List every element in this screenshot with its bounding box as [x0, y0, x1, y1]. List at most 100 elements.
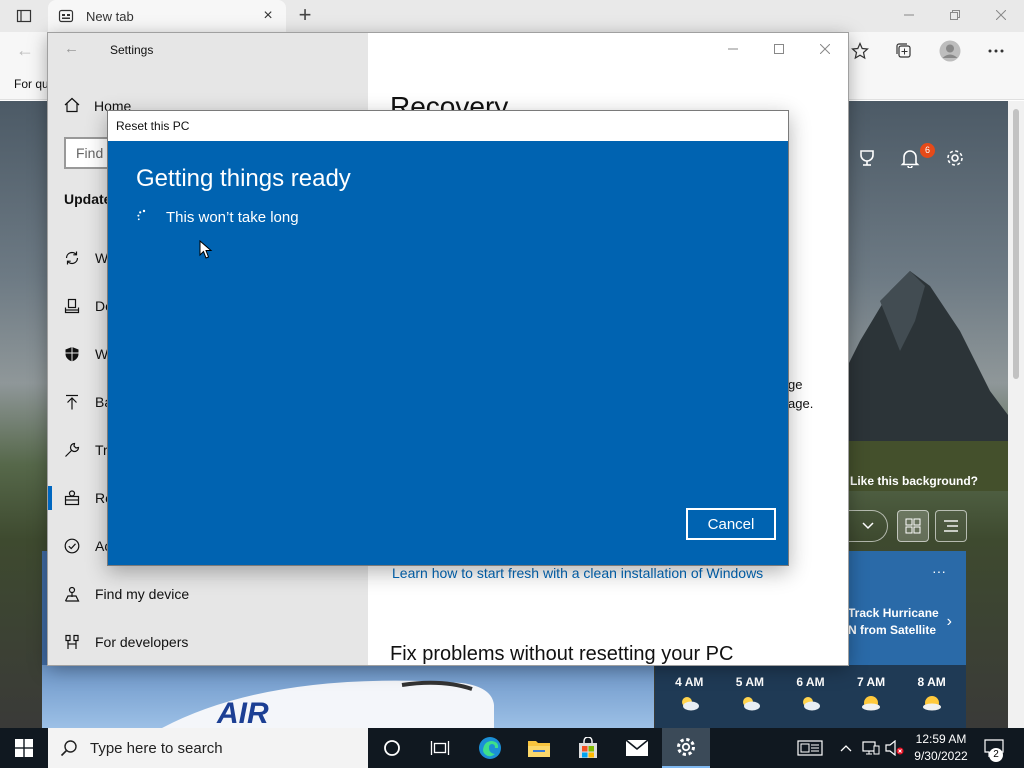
- close-tab-icon[interactable]: ×: [260, 8, 276, 24]
- profile-avatar-icon[interactable]: [938, 40, 962, 62]
- weather-hour: 8 AM: [905, 665, 959, 728]
- close-window-icon[interactable]: [978, 0, 1024, 30]
- recovery-icon: [64, 490, 80, 506]
- sync-icon: [64, 250, 80, 266]
- network-icon[interactable]: [860, 728, 882, 768]
- clean-install-link[interactable]: Learn how to start fresh with a clean in…: [392, 565, 763, 581]
- taskbar-search-box[interactable]: Type here to search: [48, 728, 368, 768]
- rewards-icon[interactable]: [855, 146, 879, 170]
- news-interests-icon[interactable]: [795, 728, 825, 768]
- favorites-bar-item[interactable]: For qu: [14, 77, 49, 91]
- card-more-icon[interactable]: ···: [932, 563, 946, 579]
- news-card-title: Track Hurricane N from Satellite: [848, 605, 939, 639]
- mouse-cursor-icon: [199, 240, 213, 259]
- search-icon: [60, 740, 77, 757]
- sidebar-item-label: For developers: [95, 634, 189, 650]
- sidebar-item-label: Tr: [95, 442, 108, 458]
- svg-text:AIR: AIR: [216, 697, 269, 728]
- minimize-icon[interactable]: [886, 0, 932, 30]
- weather-hour: 6 AM: [783, 665, 837, 728]
- settings-gear-icon[interactable]: [662, 728, 710, 768]
- tab-new-tab[interactable]: New tab ×: [48, 0, 286, 32]
- page-settings-gear-icon[interactable]: [943, 146, 967, 170]
- new-tab-button[interactable]: +: [292, 4, 318, 28]
- like-background-link[interactable]: Like this background?: [850, 474, 978, 488]
- news-title-line2: N from Satellite: [848, 623, 937, 637]
- tab-strip: New tab × +: [0, 0, 1024, 32]
- sidebar-item-label: Find my device: [95, 586, 190, 602]
- start-button[interactable]: [0, 728, 48, 768]
- dialog-heading: Getting things ready: [136, 165, 351, 192]
- sidebar-item-find-my-device[interactable]: Find my device: [64, 582, 344, 606]
- back-arrow-icon[interactable]: ←: [64, 40, 79, 57]
- dialog-title: Reset this PC: [116, 119, 190, 133]
- weather-forecast-strip[interactable]: 4 AM 5 AM 6 AM 7 AM 8 AM: [655, 665, 966, 728]
- clock-time: 12:59 AM: [915, 732, 967, 746]
- cancel-button[interactable]: Cancel: [686, 508, 776, 540]
- person-pin-icon: [64, 586, 80, 602]
- notification-badge: 6: [920, 143, 935, 158]
- weather-hour-label: 4 AM: [675, 675, 704, 689]
- partly-cloudy-icon: [799, 695, 821, 714]
- weather-hour-label: 7 AM: [856, 675, 886, 689]
- chevron-right-icon[interactable]: ›: [947, 613, 952, 631]
- microsoft-store-icon[interactable]: [564, 728, 612, 768]
- home-icon: [64, 97, 80, 116]
- weather-hour-label: 8 AM: [917, 675, 946, 689]
- task-view-icon[interactable]: [416, 728, 464, 768]
- scrollbar-thumb[interactable]: [1013, 109, 1019, 379]
- list-view-icon[interactable]: [935, 510, 967, 542]
- back-arrow-icon[interactable]: ←: [16, 40, 38, 62]
- more-menu-icon[interactable]: [984, 40, 1008, 62]
- close-window-icon[interactable]: [810, 39, 840, 59]
- sidebar-item-for-developers[interactable]: For developers: [64, 630, 344, 654]
- shield-icon: [64, 346, 80, 362]
- edge-browser-icon[interactable]: [466, 728, 514, 768]
- selected-indicator: [48, 486, 52, 510]
- partly-cloudy-icon: [678, 695, 700, 714]
- grid-view-icon[interactable]: [897, 510, 929, 542]
- news-title-line1: Track Hurricane: [848, 606, 939, 620]
- settings-title-bar: ← Settings: [48, 33, 848, 65]
- weather-hour-label: 6 AM: [796, 675, 825, 689]
- windows-logo-icon: [15, 739, 33, 757]
- news-card[interactable]: ··· Track Hurricane N from Satellite ›: [846, 551, 966, 665]
- mountain-background-image: [820, 271, 1008, 491]
- partly-sunny-icon: [859, 695, 883, 714]
- favorites-star-icon[interactable]: [848, 40, 872, 62]
- section-heading: Fix problems without resetting your PC: [390, 643, 734, 665]
- weather-hour: 4 AM: [662, 665, 716, 728]
- new-tab-page-icon: [58, 8, 74, 24]
- maximize-icon[interactable]: [764, 39, 794, 59]
- delivery-icon: [64, 298, 80, 314]
- page-scrollbar[interactable]: [1008, 101, 1024, 728]
- airplane-news-image[interactable]: AIR: [42, 665, 654, 728]
- dialog-body: Getting things ready This won’t take lon…: [108, 141, 788, 565]
- weather-hour: 5 AM: [723, 665, 777, 728]
- check-circle-icon: [64, 538, 80, 554]
- partly-cloudy-icon: [739, 695, 761, 714]
- collections-icon[interactable]: [892, 40, 916, 62]
- partial-text-line: age.: [788, 396, 814, 411]
- partial-text-line: ge: [788, 377, 803, 392]
- clock-date: 9/30/2022: [914, 749, 968, 763]
- taskbar-clock[interactable]: 12:59 AM 9/30/2022: [910, 731, 972, 765]
- chevron-down-icon[interactable]: [848, 510, 888, 542]
- restore-icon[interactable]: [932, 0, 978, 30]
- partly-sunny-icon: [920, 695, 944, 714]
- action-center-badge: 2: [989, 748, 1003, 762]
- dialog-subtext: This won’t take long: [166, 209, 299, 226]
- weather-hour-label: 5 AM: [735, 675, 764, 689]
- developer-icon: [64, 634, 80, 650]
- notifications-bell-icon[interactable]: [898, 146, 922, 170]
- weather-hour: 7 AM: [844, 665, 898, 728]
- chevron-up-icon[interactable]: [838, 728, 854, 768]
- tab-actions-icon[interactable]: [8, 4, 40, 28]
- mail-icon[interactable]: [613, 728, 661, 768]
- partially-hidden-text: ge age.: [788, 375, 813, 413]
- cortana-icon[interactable]: [368, 728, 416, 768]
- settings-window-title: Settings: [110, 43, 154, 57]
- file-explorer-icon[interactable]: [515, 728, 563, 768]
- minimize-icon[interactable]: [718, 39, 748, 59]
- volume-muted-icon[interactable]: [884, 728, 906, 768]
